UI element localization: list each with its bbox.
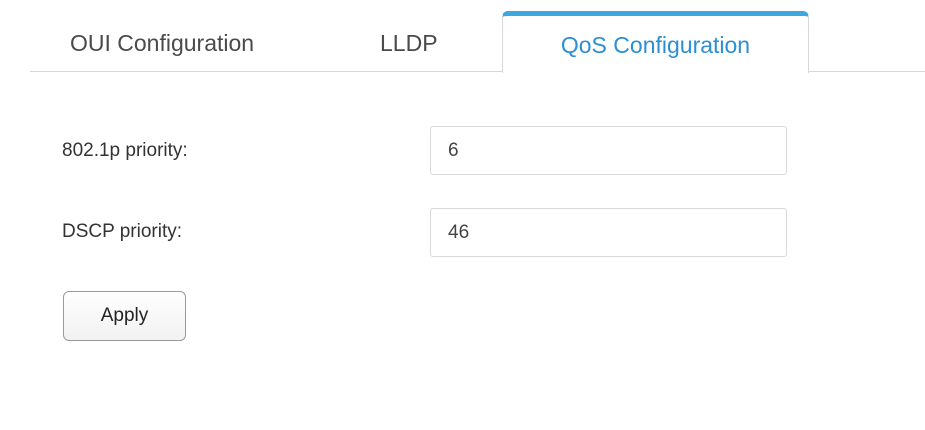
tab-oui-configuration[interactable]: OUI Configuration <box>70 20 254 72</box>
8021p-priority-label: 802.1p priority: <box>62 140 188 161</box>
dscp-priority-label: DSCP priority: <box>62 221 183 242</box>
tab-qos-configuration[interactable]: QoS Configuration <box>502 11 809 73</box>
tab-lldp[interactable]: LLDP <box>380 20 438 72</box>
apply-button[interactable]: Apply <box>63 291 186 341</box>
tab-bar: OUI Configuration LLDP QoS Configuration <box>30 0 925 73</box>
8021p-priority-input[interactable] <box>430 126 787 175</box>
dscp-priority-input[interactable] <box>430 208 787 257</box>
page: OUI Configuration LLDP QoS Configuration… <box>0 0 925 430</box>
